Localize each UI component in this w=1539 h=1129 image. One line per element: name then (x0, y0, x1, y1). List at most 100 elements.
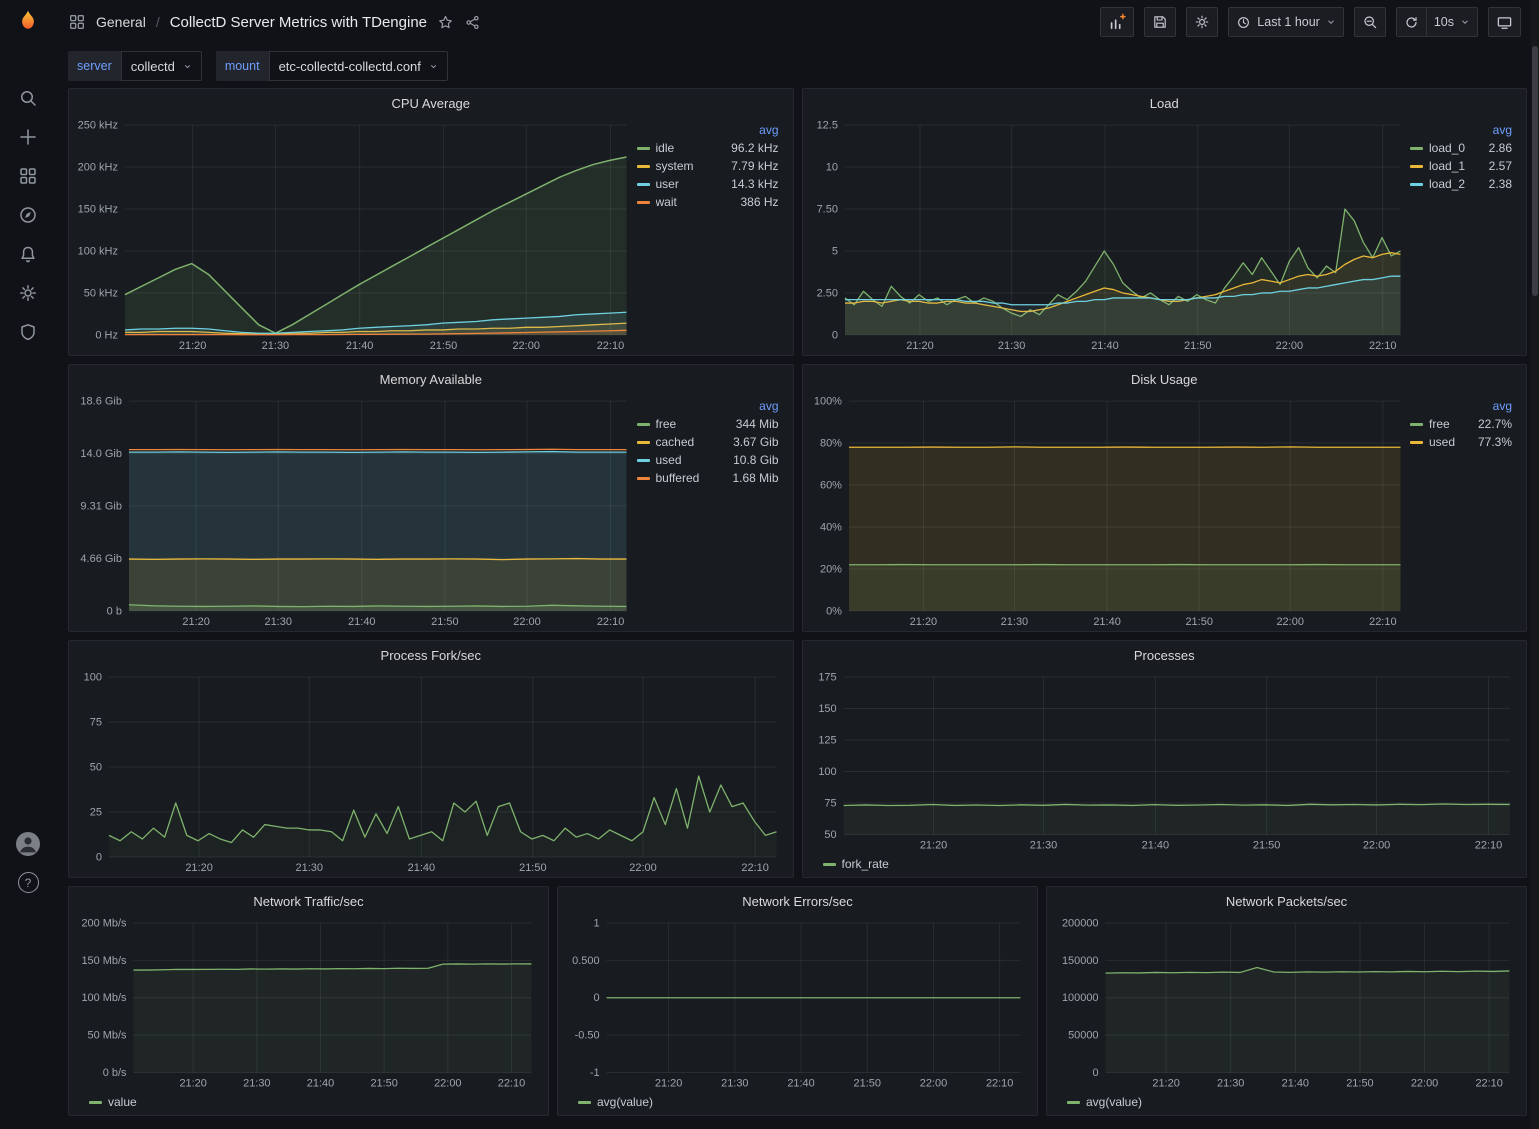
chart-load[interactable]: 02.5057.501012.521:2021:3021:4021:5022:0… (811, 117, 1409, 353)
panel-title[interactable]: Network Packets/sec (1047, 887, 1526, 915)
legend-item[interactable]: used10.8 Gib (637, 451, 779, 469)
legend-value: 7.79 kHz (731, 159, 778, 173)
svg-text:50: 50 (90, 762, 102, 774)
svg-text:-0.50: -0.50 (575, 1030, 600, 1042)
scrollbar-thumb[interactable] (1532, 46, 1538, 296)
chart-canvas[interactable]: 02.5057.501012.521:2021:3021:4021:5022:0… (811, 117, 1409, 353)
chart-process-fork[interactable]: 025507510021:2021:3021:4021:5022:0022:10 (77, 669, 785, 875)
variable-value-dropdown[interactable]: etc-collectd-collectd.conf (269, 51, 448, 81)
panel-title[interactable]: Network Traffic/sec (69, 887, 548, 915)
legend-item[interactable]: load_12.57 (1410, 157, 1512, 175)
chart-canvas[interactable]: 05000010000015000020000021:2021:3021:402… (1055, 915, 1518, 1091)
breadcrumb-section[interactable]: General (96, 14, 146, 30)
chart-canvas[interactable]: 0%20%40%60%80%100%21:2021:3021:4021:5022… (811, 393, 1409, 629)
help-icon[interactable]: ? (18, 872, 39, 893)
panel-load: Load 02.5057.501012.521:2021:3021:4021:5… (802, 88, 1528, 356)
sidebar-bottom: ? (16, 832, 40, 893)
legend-item[interactable]: wait386 Hz (637, 193, 779, 211)
chart-disk-usage[interactable]: 0%20%40%60%80%100%21:2021:3021:4021:5022… (811, 393, 1409, 629)
legend-item[interactable]: value (89, 1095, 137, 1109)
svg-text:21:30: 21:30 (262, 340, 290, 352)
dashboard-settings-button[interactable] (1186, 7, 1218, 37)
explore-icon[interactable] (17, 204, 39, 226)
legend-item[interactable]: load_02.86 (1410, 139, 1512, 157)
legend-item[interactable]: avg(value) (578, 1095, 653, 1109)
legend: avg(value) (1047, 1093, 1526, 1116)
panel-title[interactable]: Disk Usage (803, 365, 1527, 393)
chart-network-errors[interactable]: -1-0.5000.500121:2021:3021:4021:5022:002… (566, 915, 1029, 1091)
panel-title[interactable]: CPU Average (69, 89, 793, 117)
grafana-logo[interactable] (14, 8, 42, 39)
legend-item[interactable]: user14.3 kHz (637, 175, 779, 193)
page-scrollbar[interactable] (1531, 0, 1539, 1129)
chart-canvas[interactable]: 0 b4.66 Gib9.31 Gib14.0 Gib18.6 Gib21:20… (77, 393, 635, 629)
panel-title[interactable]: Processes (803, 641, 1527, 669)
legend-item[interactable]: load_22.38 (1410, 175, 1512, 193)
legend-item[interactable]: cached3.67 Gib (637, 433, 779, 451)
chart-canvas[interactable]: 025507510021:2021:3021:4021:5022:0022:10 (77, 669, 785, 875)
legend-value: 2.38 (1489, 177, 1512, 191)
svg-text:21:20: 21:20 (182, 616, 209, 628)
legend-item[interactable]: fork_rate (823, 857, 889, 871)
add-panel-button[interactable] (1100, 7, 1134, 37)
svg-text:21:50: 21:50 (370, 1078, 397, 1090)
legend: value (69, 1093, 548, 1116)
panel-disk-usage: Disk Usage 0%20%40%60%80%100%21:2021:302… (802, 364, 1528, 632)
alerting-icon[interactable] (17, 243, 39, 265)
legend-avg-header[interactable]: avg (637, 399, 779, 413)
legend-item[interactable]: buffered1.68 Mib (637, 469, 779, 487)
svg-text:21:30: 21:30 (264, 616, 292, 628)
chart-canvas[interactable]: -1-0.5000.500121:2021:3021:4021:5022:002… (566, 915, 1029, 1091)
variable-value-dropdown[interactable]: collectd (121, 51, 202, 81)
chart-canvas[interactable]: 507510012515017521:2021:3021:4021:5022:0… (811, 669, 1519, 853)
legend: fork_rate (803, 855, 1527, 878)
series-color-icon (637, 477, 650, 480)
chart-canvas[interactable]: 0 Hz50 kHz100 kHz150 kHz200 kHz250 kHz21… (77, 117, 635, 353)
chart-memory-available[interactable]: 0 b4.66 Gib9.31 Gib14.0 Gib18.6 Gib21:20… (77, 393, 635, 629)
legend-item[interactable]: system7.79 kHz (637, 157, 779, 175)
series-color-icon (637, 165, 650, 168)
chart-network-traffic[interactable]: 0 b/s50 Mb/s100 Mb/s150 Mb/s200 Mb/s21:2… (77, 915, 540, 1091)
legend-avg-header[interactable]: avg (1410, 123, 1512, 137)
legend-item[interactable]: free22.7% (1410, 415, 1512, 433)
legend-avg-header[interactable]: avg (1410, 399, 1512, 413)
refresh-interval-picker[interactable]: 10s (1427, 7, 1478, 37)
legend-value: 10.8 Gib (733, 453, 778, 467)
chart-cpu-average[interactable]: 0 Hz50 kHz100 kHz150 kHz200 kHz250 kHz21… (77, 117, 635, 353)
chart-network-packets[interactable]: 05000010000015000020000021:2021:3021:402… (1055, 915, 1518, 1091)
svg-text:21:30: 21:30 (1217, 1078, 1244, 1090)
panel-title[interactable]: Network Errors/sec (558, 887, 1037, 915)
zoom-out-button[interactable] (1354, 7, 1386, 37)
panel-title[interactable]: Process Fork/sec (69, 641, 793, 669)
legend-avg-header[interactable]: avg (637, 123, 779, 137)
refresh-button[interactable] (1396, 7, 1427, 37)
svg-text:21:30: 21:30 (721, 1078, 748, 1090)
star-icon[interactable] (437, 14, 454, 31)
legend: avg(value) (558, 1093, 1037, 1116)
legend-item[interactable]: idle96.2 kHz (637, 139, 779, 157)
search-icon[interactable] (17, 87, 39, 109)
avatar[interactable] (16, 832, 40, 856)
configuration-icon[interactable] (17, 282, 39, 304)
series-color-icon (578, 1101, 591, 1104)
chart-canvas[interactable]: 0 b/s50 Mb/s100 Mb/s150 Mb/s200 Mb/s21:2… (77, 915, 540, 1091)
dashboards-icon[interactable] (17, 165, 39, 187)
save-dashboard-button[interactable] (1144, 7, 1176, 37)
legend-item[interactable]: used77.3% (1410, 433, 1512, 451)
svg-text:21:50: 21:50 (430, 340, 458, 352)
cycle-view-mode-button[interactable] (1488, 7, 1521, 37)
svg-text:21:30: 21:30 (997, 340, 1025, 352)
admin-icon[interactable] (17, 321, 39, 343)
legend-item[interactable]: avg(value) (1067, 1095, 1142, 1109)
legend-label: avg(value) (1086, 1095, 1142, 1109)
create-icon[interactable] (17, 126, 39, 148)
share-icon[interactable] (464, 14, 481, 31)
time-range-picker[interactable]: Last 1 hour (1228, 7, 1344, 37)
page-title[interactable]: CollectD Server Metrics with TDengine (170, 14, 427, 31)
sidebar: ? (0, 0, 56, 1129)
panel-title[interactable]: Load (803, 89, 1527, 117)
panel-title[interactable]: Memory Available (69, 365, 793, 393)
legend-item[interactable]: free344 Mib (637, 415, 779, 433)
chart-processes[interactable]: 507510012515017521:2021:3021:4021:5022:0… (811, 669, 1519, 853)
panel-process-fork: Process Fork/sec 025507510021:2021:3021:… (68, 640, 794, 878)
